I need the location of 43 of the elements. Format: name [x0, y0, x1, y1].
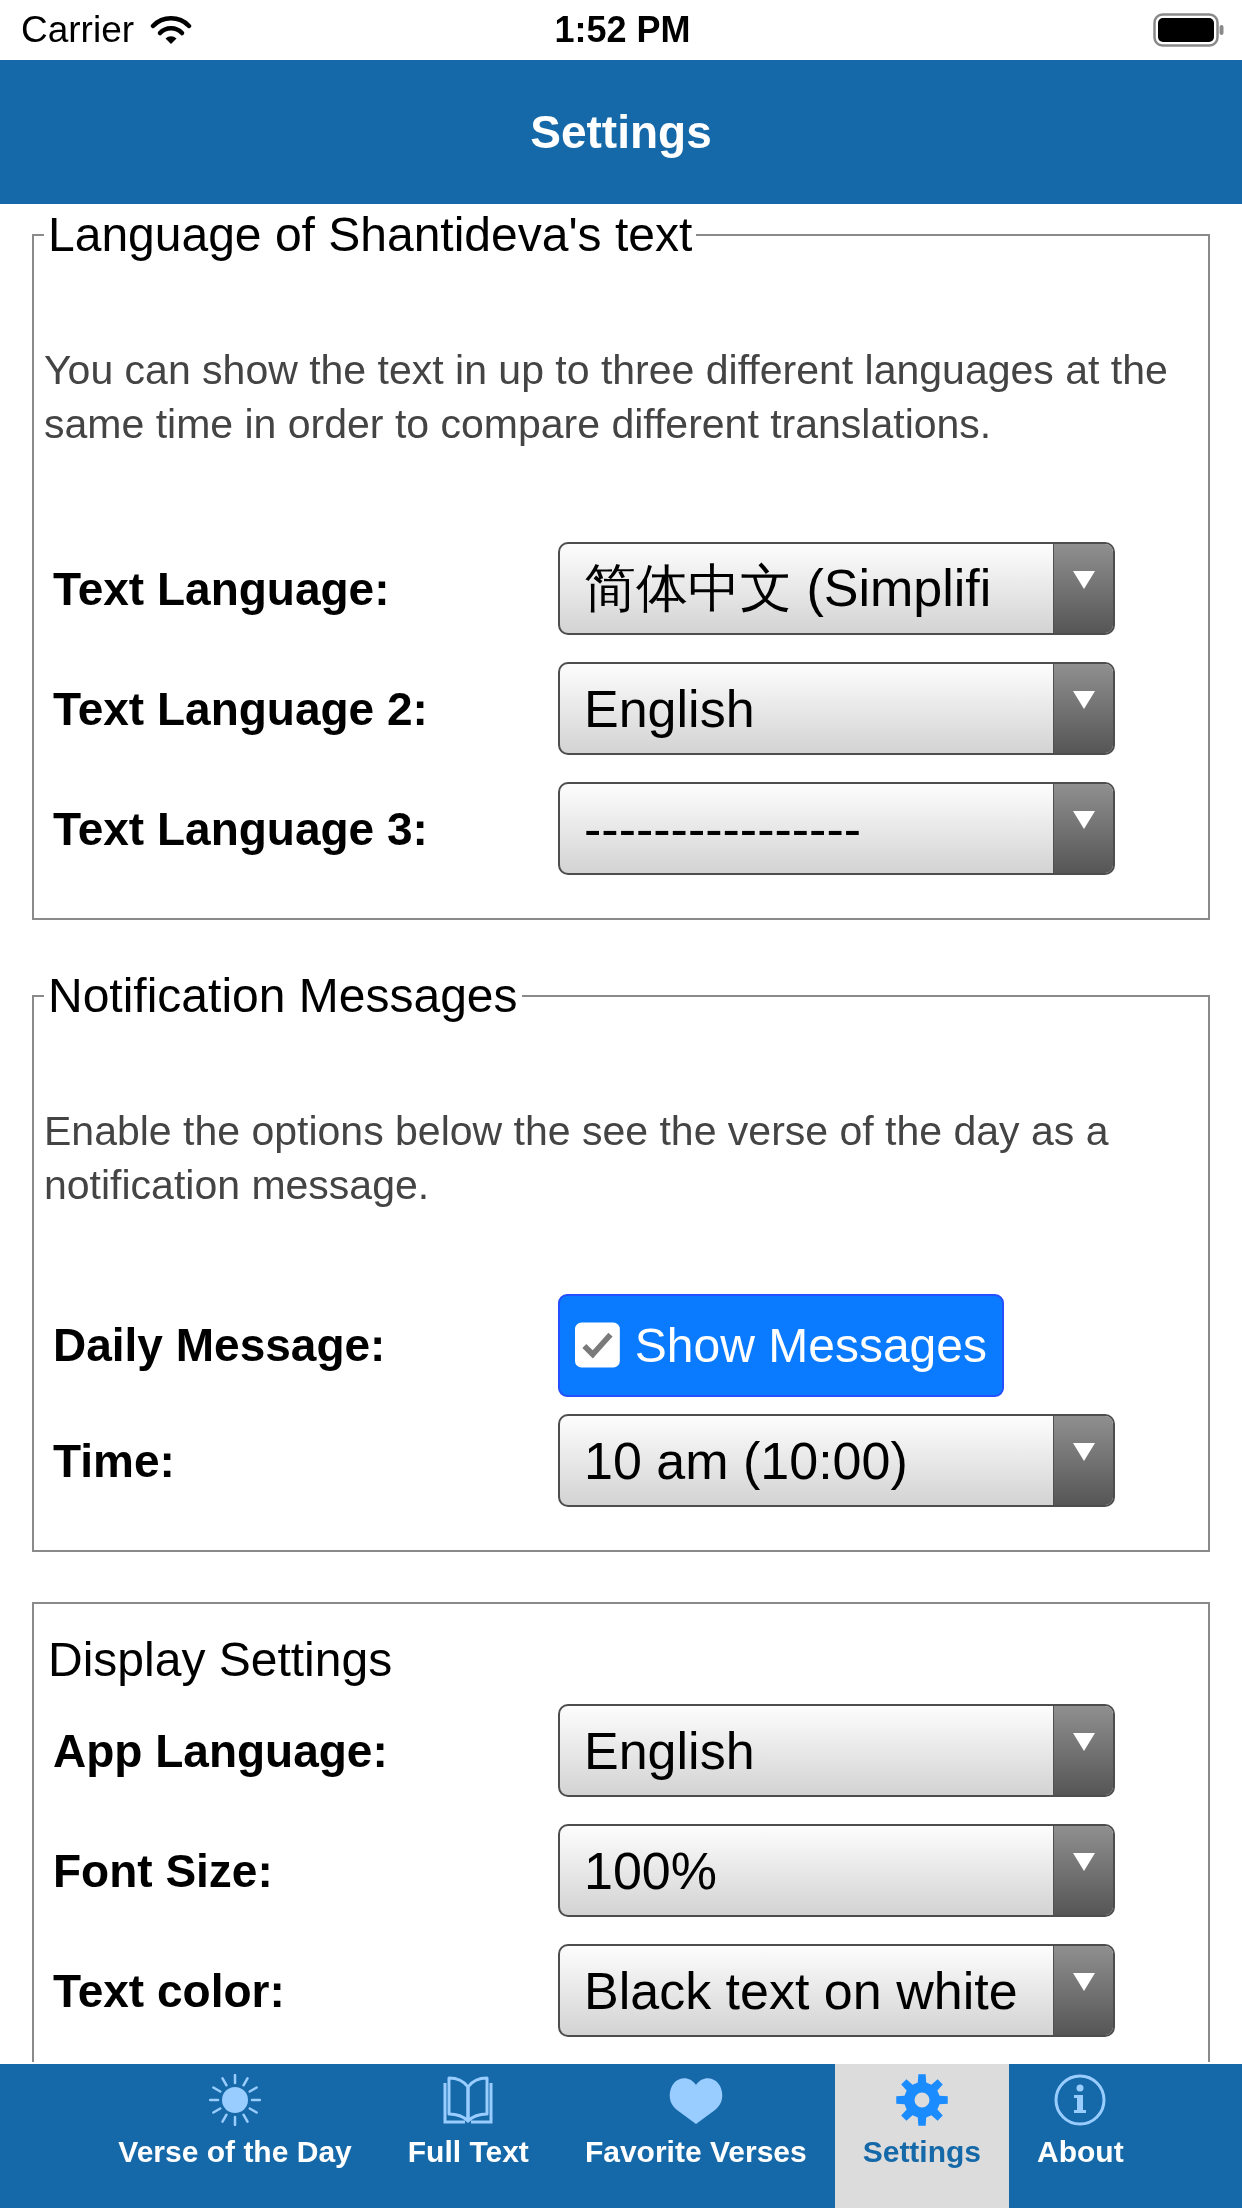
group-legend: Language of Shantideva's text	[44, 209, 697, 261]
field-label: Daily Message:	[52, 1318, 387, 1373]
tab-item[interactable]: Full Text	[379, 2064, 557, 2208]
field-label: App Language:	[52, 1723, 389, 1779]
caret-down-icon	[1072, 571, 1095, 589]
sun-icon	[209, 2074, 262, 2126]
description-text: You can show the text in up to three different languages at the same time in order to compare different translations.	[44, 346, 1169, 449]
dropdown-select[interactable]: 简体中文 (Simplifi	[558, 542, 1115, 635]
dropdown-select[interactable]: 10 am (10:00)	[558, 1414, 1115, 1507]
header-title: Settings	[530, 105, 712, 160]
description-text: Enable the options below the see the verse of the day as a notification message.	[44, 1107, 1110, 1210]
tab-item[interactable]: Favorite Verses	[556, 2064, 835, 2208]
caret-down-icon	[1072, 811, 1095, 829]
dropdown-select[interactable]: ----------------	[558, 782, 1115, 875]
clock-text: 1:52 PM	[554, 8, 691, 52]
caret-down-icon	[1072, 691, 1095, 709]
battery-icon	[1153, 13, 1224, 47]
group-legend: Notification Messages	[44, 970, 522, 1022]
caret-down-icon	[1072, 1443, 1095, 1461]
field-label: Time:	[52, 1433, 176, 1489]
settings-icon	[895, 2074, 948, 2126]
field-label: Text Language 3:	[52, 801, 429, 857]
dropdown-select[interactable]: English	[558, 1704, 1115, 1797]
dropdown-select[interactable]: 100%	[558, 1824, 1115, 1917]
dropdown-select[interactable]: Black text on white	[558, 1944, 1115, 2037]
field-label: Font Size:	[52, 1843, 274, 1899]
field-label: Text color:	[52, 1963, 286, 2019]
open-book-icon	[442, 2074, 495, 2126]
info-icon	[1054, 2074, 1107, 2126]
checkbox[interactable]	[575, 1321, 620, 1369]
dropdown-select[interactable]: English	[558, 662, 1115, 755]
caret-down-icon	[1072, 1973, 1095, 1991]
carrier-text: Carrier	[21, 8, 135, 52]
checkbox-button[interactable]: Show Messages	[558, 1293, 1004, 1397]
tab-item[interactable]: Verse of the Day	[90, 2064, 380, 2208]
panel-title: Display Settings	[47, 1634, 394, 1686]
wifi-icon	[150, 15, 193, 45]
caret-down-icon	[1072, 1733, 1095, 1751]
field-label: Text Language:	[52, 561, 391, 617]
caret-down-icon	[1072, 1853, 1095, 1871]
field-label: Text Language 2:	[52, 681, 429, 737]
tab-item[interactable]: About	[1009, 2064, 1152, 2208]
tab-item[interactable]: Settings	[834, 2064, 1010, 2208]
